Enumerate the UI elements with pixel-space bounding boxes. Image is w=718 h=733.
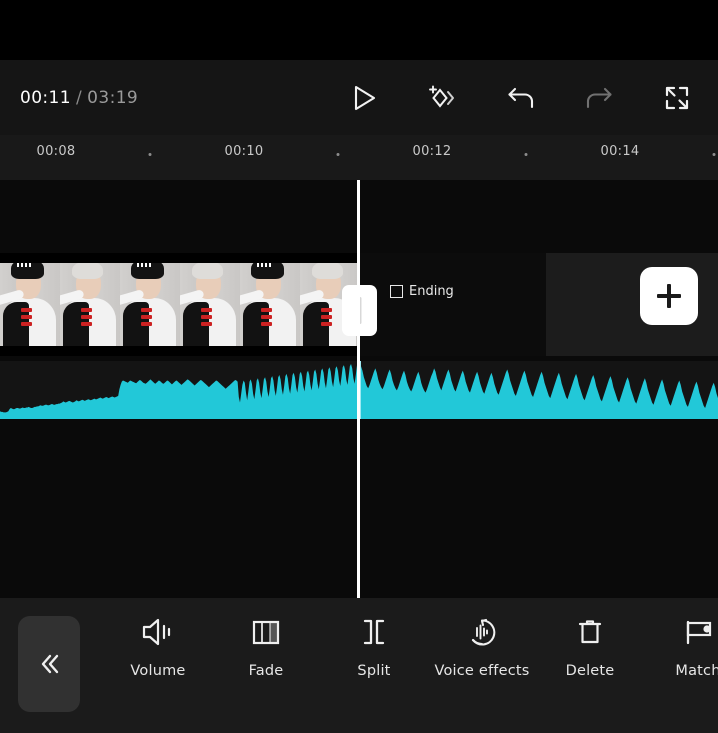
audio-waveform-segment-right (361, 366, 718, 419)
video-thumbnail (180, 253, 240, 356)
match-tool[interactable]: Match (644, 612, 718, 682)
ruler-tick-dot (336, 153, 340, 156)
ending-clip-label: Ending (409, 284, 454, 299)
video-clip-thumbnails[interactable] (0, 253, 359, 356)
playback-controls-bar: 00:11/03:19 (0, 60, 718, 135)
volume-tool-label: Volume (130, 663, 186, 679)
collapse-toolbar-button[interactable] (18, 616, 80, 712)
video-thumbnail (0, 253, 60, 356)
delete-tool[interactable]: Delete (536, 612, 644, 682)
current-time: 00:11 (20, 87, 71, 108)
editor-screen: 00:11/03:19 00:08 00:10 00:12 00:14 Endi… (0, 0, 718, 733)
trash-icon (570, 612, 610, 652)
playhead[interactable] (357, 180, 360, 598)
redo-button[interactable] (582, 81, 616, 115)
volume-tool[interactable]: Volume (104, 612, 212, 682)
editing-toolbar: Volume Fade Split Voice effects Delete M… (0, 598, 718, 733)
keyframe-plus-icon (429, 85, 454, 108)
audio-waveform-segment-left (0, 364, 357, 419)
video-thumbnail (60, 253, 120, 356)
ending-clip[interactable]: Ending (359, 253, 546, 356)
undo-icon (508, 87, 534, 108)
play-icon (354, 85, 376, 110)
delete-tool-label: Delete (565, 663, 615, 679)
redo-icon (586, 87, 612, 108)
ruler-tick-label: 00:12 (412, 144, 452, 159)
ruler-tick-dot (148, 153, 152, 156)
match-cut-icon (678, 612, 718, 652)
ending-marker-icon (390, 285, 403, 298)
total-time: 03:19 (87, 87, 139, 108)
fade-tool-label: Fade (248, 663, 284, 679)
timeline-ruler[interactable]: 00:08 00:10 00:12 00:14 (0, 135, 718, 180)
tool-list: Volume Fade Split Voice effects Delete M… (104, 612, 718, 682)
time-display: 00:11/03:19 (20, 88, 138, 108)
ruler-tick-dot (712, 153, 716, 156)
play-button[interactable] (348, 81, 382, 115)
plus-icon-vertical (667, 284, 671, 308)
ruler-tick-dot (524, 153, 528, 156)
add-keyframe-button[interactable] (426, 81, 460, 115)
speaker-icon (138, 612, 178, 652)
fullscreen-button[interactable] (660, 81, 694, 115)
video-thumbnail (240, 253, 300, 356)
ruler-tick-label: 00:08 (36, 144, 76, 159)
undo-button[interactable] (504, 81, 538, 115)
video-preview[interactable] (0, 0, 718, 60)
voice-effects-icon (462, 612, 502, 652)
fade-icon (246, 612, 286, 652)
voice-effects-tool[interactable]: Voice effects (428, 612, 536, 682)
voice-effects-tool-label: Voice effects (434, 663, 530, 679)
add-clip-panel (546, 253, 718, 356)
match-tool-label: Match (675, 663, 718, 679)
split-icon (354, 612, 394, 652)
timeline-area[interactable]: Ending (0, 180, 718, 598)
split-tool-label: Split (357, 663, 391, 679)
video-thumbnail (120, 253, 180, 356)
expand-icon (665, 86, 689, 109)
split-tool[interactable]: Split (320, 612, 428, 682)
chevron-double-left-icon (41, 654, 59, 674)
time-separator: / (76, 87, 83, 108)
topbar-icon-group (348, 81, 694, 115)
fade-tool[interactable]: Fade (212, 612, 320, 682)
add-clip-button[interactable] (640, 267, 698, 325)
ruler-tick-label: 00:10 (224, 144, 264, 159)
ending-clip-label-group: Ending (390, 284, 454, 299)
ruler-tick-label: 00:14 (600, 144, 640, 159)
